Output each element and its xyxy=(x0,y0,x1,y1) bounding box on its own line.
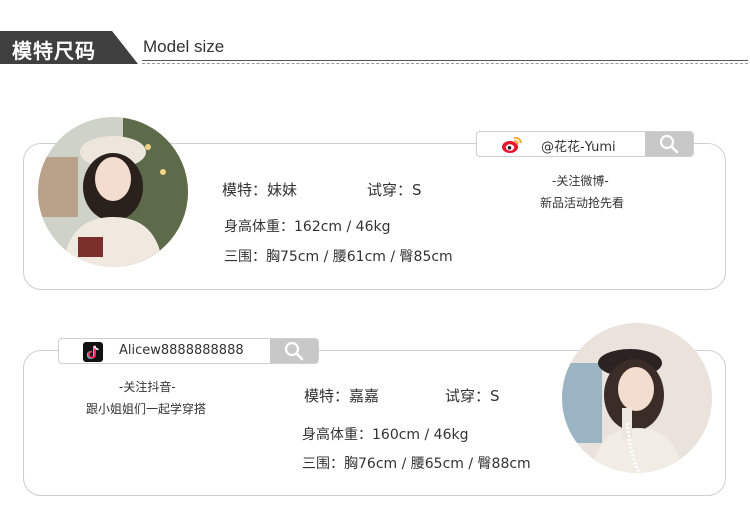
douyin-search-bar[interactable]: Alicew8888888888 xyxy=(58,338,319,364)
model-name: 模特：嘉嘉 xyxy=(304,387,380,405)
model-size: 试穿：S xyxy=(445,387,500,405)
model-height-weight: 身高体重：160cm / 46kg xyxy=(302,427,469,443)
model-photo-2 xyxy=(562,323,712,473)
follow-douyin-label: -关注抖音- xyxy=(119,380,176,394)
header-dashed-divider xyxy=(142,63,748,64)
douyin-icon xyxy=(83,342,103,362)
search-button[interactable] xyxy=(645,132,693,156)
weibo-tagline: 新品活动抢先看 xyxy=(540,196,625,210)
search-button[interactable] xyxy=(270,339,318,363)
model-measurements: 三围：胸75cm / 腰61cm / 臀85cm xyxy=(224,249,453,265)
search-icon xyxy=(284,341,304,361)
model-photo-1 xyxy=(38,117,188,267)
model-height-weight: 身高体重：162cm / 46kg xyxy=(224,219,391,235)
weibo-handle: @花花-Yumi xyxy=(541,140,616,155)
douyin-handle: Alicew8888888888 xyxy=(119,343,244,358)
section-subtitle: Model size xyxy=(143,37,225,56)
follow-weibo-label: -关注微博- xyxy=(552,174,609,188)
model-size: 试穿：S xyxy=(367,181,422,199)
douyin-tagline: 跟小姐姐们一起学穿搭 xyxy=(86,402,207,416)
model-name: 模特：妹妹 xyxy=(222,181,298,199)
model-measurements: 三围：胸76cm / 腰65cm / 臀88cm xyxy=(302,456,531,472)
weibo-icon xyxy=(501,135,522,155)
section-title: 模特尺码 xyxy=(12,39,96,63)
header-divider xyxy=(142,60,748,61)
search-icon xyxy=(659,134,679,154)
weibo-search-bar[interactable]: @花花-Yumi xyxy=(476,131,694,157)
